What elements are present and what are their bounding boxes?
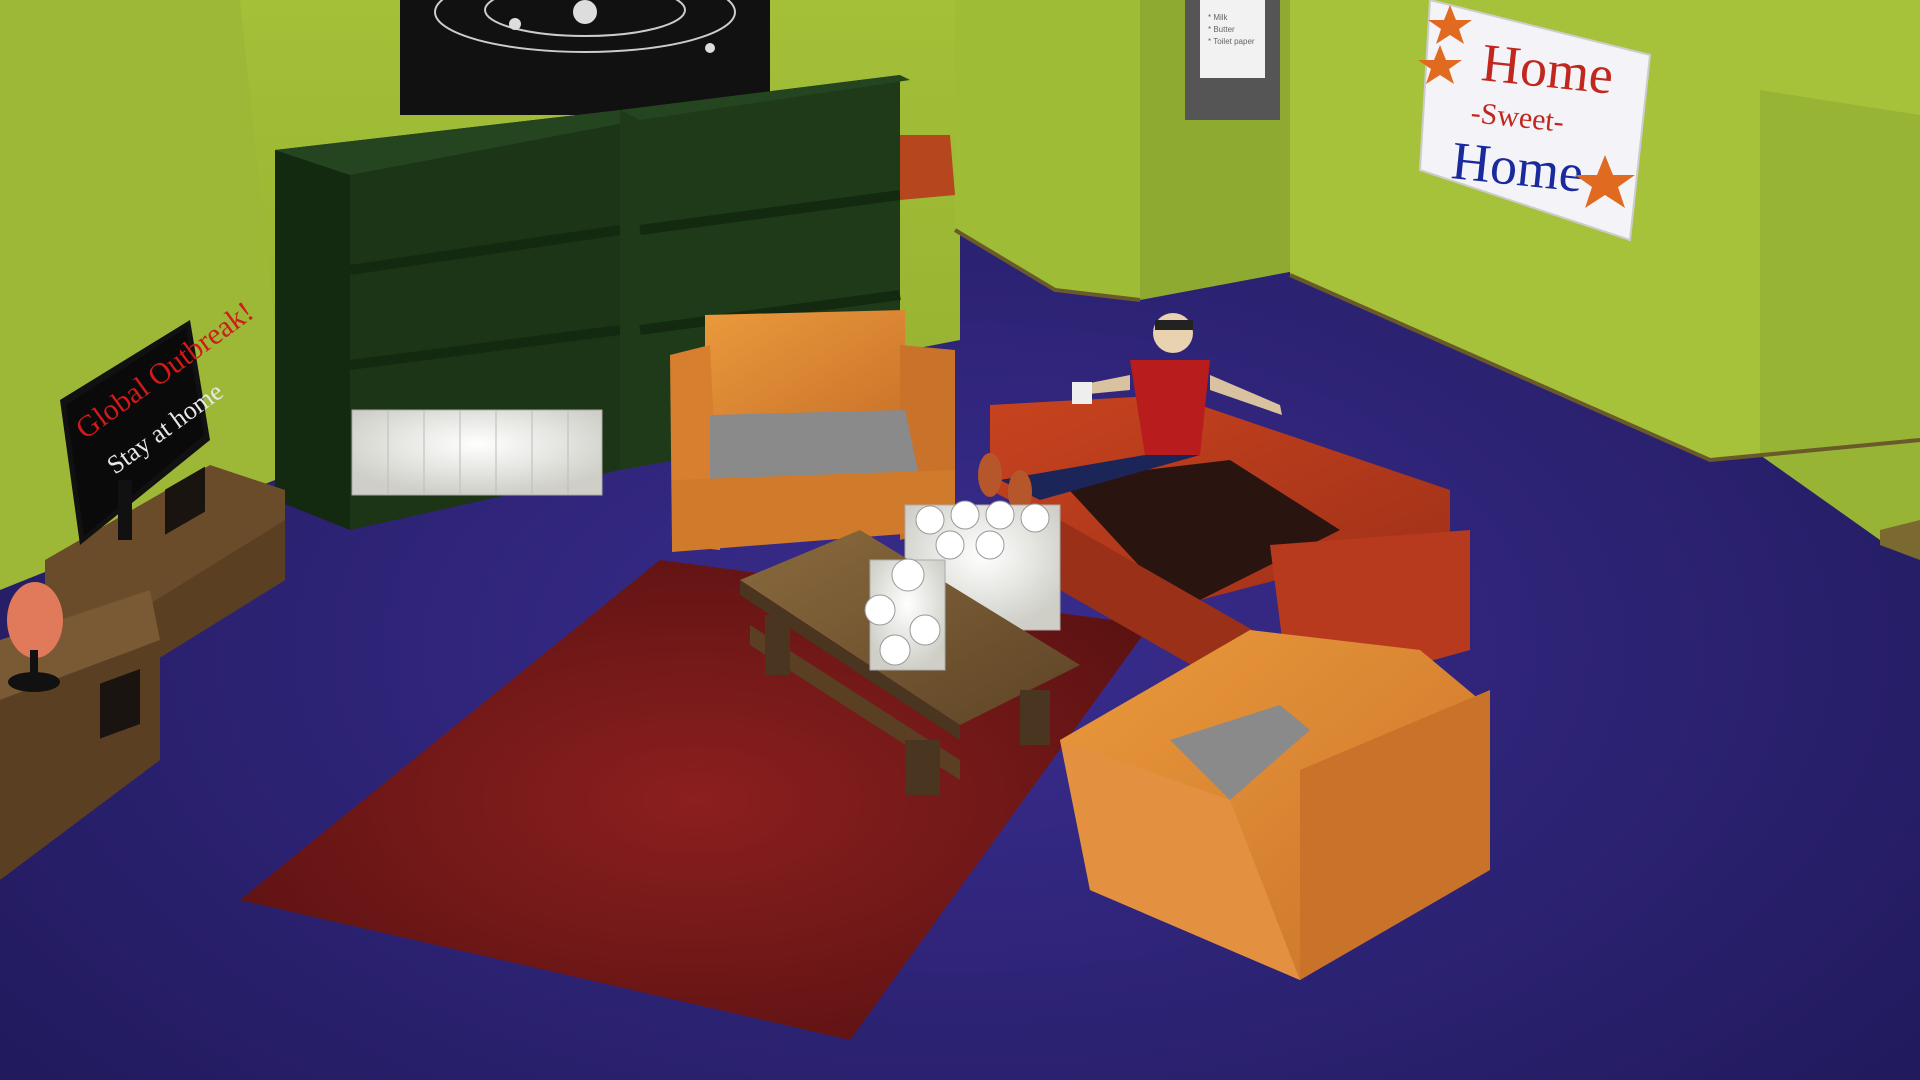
shelf-toilet-paper [351, 409, 603, 496]
table-toilet-paper [864, 558, 946, 671]
shopping-note: * Milk * Butter * Toilet paper [1185, 0, 1280, 120]
note-line-2: * Butter [1208, 25, 1235, 34]
note-line-1: * Milk [1208, 13, 1229, 22]
note-line-3: * Toilet paper [1208, 37, 1255, 46]
solar-system-poster [400, 0, 770, 115]
lamp-shade [900, 135, 955, 200]
scene-svg: * Milk * Butter * Toilet paper Home -Swe… [0, 0, 1920, 1080]
living-room-render: * Milk * Butter * Toilet paper Home -Swe… [0, 0, 1920, 1080]
